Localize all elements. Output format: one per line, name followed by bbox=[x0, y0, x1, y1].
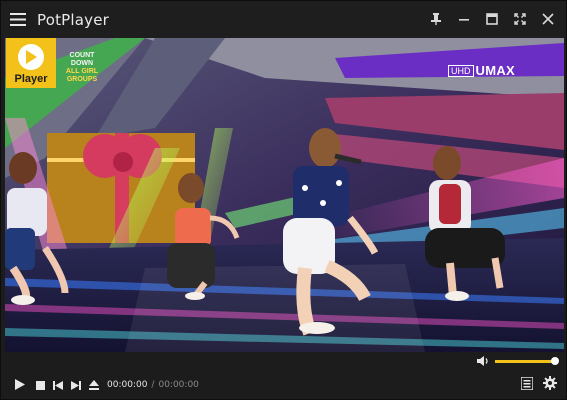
volume-slider-knob[interactable] bbox=[551, 357, 559, 365]
settings-button[interactable] bbox=[543, 370, 557, 399]
uhd-umax-badge: UHD UMAX bbox=[448, 63, 515, 78]
video-scene bbox=[5, 38, 564, 352]
channel-line-1: COUNT bbox=[69, 52, 95, 59]
umax-label: UMAX bbox=[475, 63, 515, 78]
right-controls bbox=[520, 370, 557, 399]
control-bar: 00:00:00 / 00:00:00 bbox=[1, 370, 566, 399]
next-button[interactable] bbox=[69, 370, 83, 399]
close-button[interactable] bbox=[538, 10, 558, 30]
fullscreen-icon bbox=[514, 10, 526, 29]
volume-row bbox=[1, 352, 566, 370]
logo-label: Player bbox=[14, 73, 48, 85]
channel-watermark: COUNT DOWN ALL GIRL GROUPS bbox=[59, 52, 105, 84]
stop-button[interactable] bbox=[33, 370, 47, 399]
title-bar[interactable]: PotPlayer bbox=[1, 1, 566, 38]
window-title: PotPlayer bbox=[37, 10, 110, 29]
previous-icon bbox=[53, 375, 63, 394]
fullscreen-button[interactable] bbox=[510, 10, 530, 30]
hamburger-icon bbox=[10, 13, 26, 26]
play-button[interactable] bbox=[11, 370, 29, 399]
channel-line-2: DOWN bbox=[70, 60, 94, 67]
stop-icon bbox=[35, 375, 45, 394]
pin-icon bbox=[430, 10, 442, 29]
pin-button[interactable] bbox=[426, 10, 446, 30]
maximize-button[interactable] bbox=[482, 10, 502, 30]
previous-button[interactable] bbox=[51, 370, 65, 399]
main-menu-button[interactable] bbox=[1, 1, 35, 38]
volume-slider[interactable] bbox=[495, 360, 555, 363]
uhd-label: UHD bbox=[448, 64, 474, 77]
play-icon bbox=[15, 375, 25, 394]
potplayer-logo: Player bbox=[6, 38, 56, 88]
eject-icon bbox=[89, 375, 99, 394]
window-controls bbox=[422, 1, 558, 38]
gear-icon bbox=[543, 375, 557, 394]
potplayer-window: PotPlayer Player COUNT DOWN ALL GIRL GRO… bbox=[0, 0, 567, 400]
time-separator: / bbox=[151, 379, 155, 390]
close-icon bbox=[542, 10, 554, 29]
play-logo-icon bbox=[18, 44, 44, 70]
playlist-button[interactable] bbox=[520, 370, 534, 399]
minimize-icon bbox=[458, 10, 470, 29]
eject-button[interactable] bbox=[87, 370, 101, 399]
current-time: 00:00:00 bbox=[107, 379, 148, 390]
video-frame[interactable] bbox=[5, 38, 564, 352]
total-time: 00:00:00 bbox=[158, 379, 199, 390]
channel-line-3: ALL GIRL GROUPS bbox=[65, 68, 99, 83]
maximize-icon bbox=[486, 10, 498, 29]
minimize-button[interactable] bbox=[454, 10, 474, 30]
next-icon bbox=[71, 375, 81, 394]
playlist-icon bbox=[520, 375, 534, 394]
